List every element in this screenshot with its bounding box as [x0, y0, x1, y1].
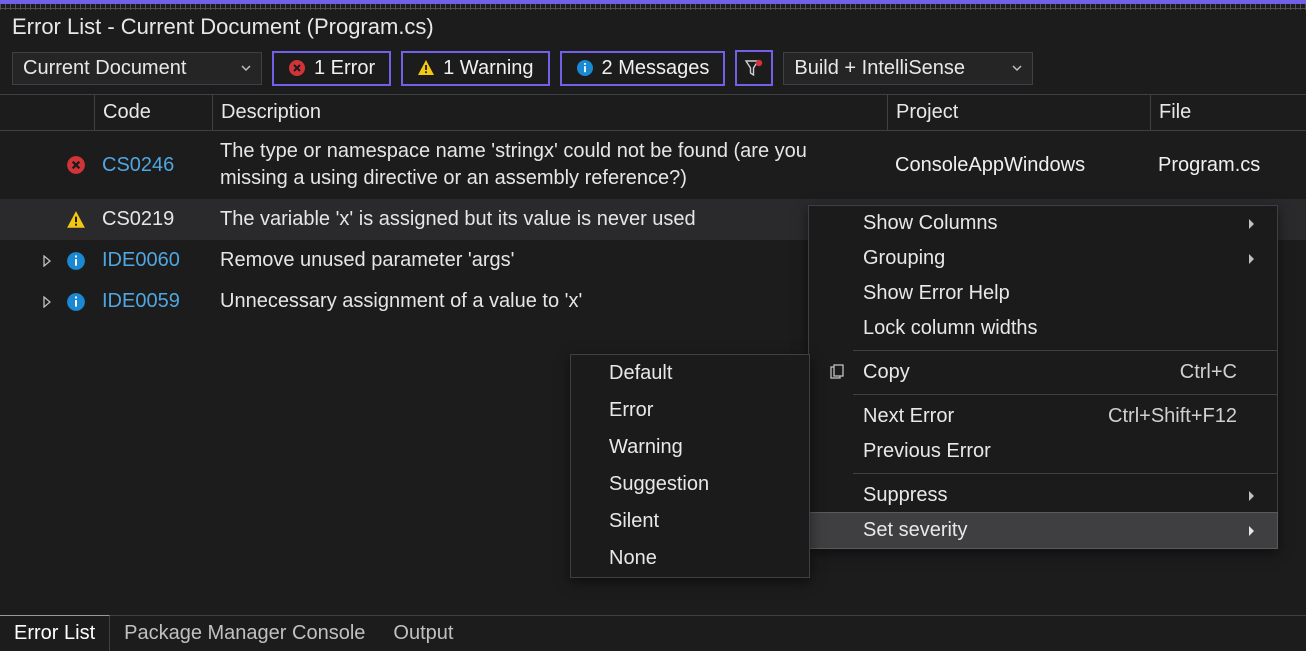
col-expand[interactable]	[0, 95, 58, 130]
tab-error-list[interactable]: Error List	[0, 615, 110, 651]
bottom-tab-bar: Error List Package Manager Console Outpu…	[0, 615, 1306, 651]
menu-copy[interactable]: Copy Ctrl+C	[809, 355, 1277, 390]
col-file[interactable]: File	[1150, 95, 1306, 130]
expand-toggle[interactable]	[0, 251, 58, 271]
error-icon	[58, 151, 94, 179]
menu-label: Show Columns	[863, 212, 1239, 235]
messages-toggle-label: 2 Messages	[602, 57, 710, 80]
menu-shortcut: Ctrl+Shift+F12	[1108, 405, 1243, 428]
error-description: The variable 'x' is assigned but its val…	[212, 202, 887, 237]
menu-label: Grouping	[863, 247, 1239, 270]
error-project: ConsoleAppWindows	[887, 150, 1150, 181]
severity-none[interactable]: None	[571, 540, 809, 577]
menu-set-severity[interactable]: Set severity	[808, 512, 1278, 549]
error-description: Unnecessary assignment of a value to 'x'	[212, 284, 887, 319]
warnings-toggle-label: 1 Warning	[443, 57, 533, 80]
error-description: Remove unused parameter 'args'	[212, 243, 887, 278]
chevron-right-icon	[1247, 253, 1271, 265]
menu-label: Warning	[609, 436, 801, 459]
errors-toggle-label: 1 Error	[314, 57, 375, 80]
menu-separator	[853, 473, 1277, 474]
scope-dropdown-label: Current Document	[23, 57, 186, 80]
filter-icon	[744, 58, 764, 78]
menu-previous-error[interactable]: Previous Error	[809, 434, 1277, 469]
menu-label: Silent	[609, 510, 801, 533]
copy-icon	[815, 364, 859, 382]
severity-submenu: Default Error Warning Suggestion Silent …	[570, 354, 810, 578]
warning-icon	[417, 59, 435, 77]
scope-dropdown[interactable]: Current Document	[12, 52, 262, 85]
menu-label: None	[609, 547, 801, 570]
severity-warning[interactable]: Warning	[571, 429, 809, 466]
error-code-link[interactable]: IDE0060	[94, 245, 212, 276]
severity-default[interactable]: Default	[571, 355, 809, 392]
info-icon	[58, 288, 94, 316]
chevron-right-icon	[1247, 218, 1271, 230]
menu-label: Suggestion	[609, 473, 801, 496]
menu-lock-widths[interactable]: Lock column widths	[809, 311, 1277, 346]
menu-label: Set severity	[863, 519, 1239, 542]
warning-icon	[58, 206, 94, 234]
col-code[interactable]: Code	[94, 95, 212, 130]
menu-label: Lock column widths	[863, 317, 1239, 340]
menu-label: Suppress	[863, 484, 1239, 507]
menu-show-columns[interactable]: Show Columns	[809, 206, 1277, 241]
error-file: Program.cs	[1150, 150, 1306, 181]
col-description[interactable]: Description	[212, 95, 887, 130]
expand-toggle[interactable]	[0, 292, 58, 312]
chevron-right-icon	[1247, 490, 1271, 502]
panel-title: Error List - Current Document (Program.c…	[0, 10, 1306, 44]
tab-package-manager-console[interactable]: Package Manager Console	[110, 616, 379, 651]
menu-separator	[853, 394, 1277, 395]
error-code: CS0219	[94, 204, 212, 235]
severity-error[interactable]: Error	[571, 392, 809, 429]
toolbar: Current Document 1 Error 1 Warning 2 Mes…	[0, 44, 1306, 94]
error-code-link[interactable]: CS0246	[94, 150, 212, 181]
info-icon	[58, 247, 94, 275]
severity-silent[interactable]: Silent	[571, 503, 809, 540]
severity-suggestion[interactable]: Suggestion	[571, 466, 809, 503]
col-project[interactable]: Project	[887, 95, 1150, 130]
source-dropdown[interactable]: Build + IntelliSense	[783, 52, 1033, 85]
warnings-toggle[interactable]: 1 Warning	[401, 51, 549, 86]
source-dropdown-label: Build + IntelliSense	[794, 57, 965, 80]
menu-show-error-help[interactable]: Show Error Help	[809, 276, 1277, 311]
context-menu: Show Columns Grouping Show Error Help Lo…	[808, 205, 1278, 549]
table-row[interactable]: CS0246 The type or namespace name 'strin…	[0, 131, 1306, 199]
tab-output[interactable]: Output	[379, 616, 467, 651]
chevron-down-icon	[241, 63, 251, 73]
menu-next-error[interactable]: Next Error Ctrl+Shift+F12	[809, 399, 1277, 434]
menu-label: Show Error Help	[863, 282, 1239, 305]
error-description: The type or namespace name 'stringx' cou…	[212, 134, 887, 196]
menu-grouping[interactable]: Grouping	[809, 241, 1277, 276]
errors-toggle[interactable]: 1 Error	[272, 51, 391, 86]
filter-button[interactable]	[735, 50, 773, 86]
error-code-link[interactable]: IDE0059	[94, 286, 212, 317]
messages-toggle[interactable]: 2 Messages	[560, 51, 726, 86]
chevron-right-icon	[1247, 525, 1271, 537]
chevron-down-icon	[1012, 63, 1022, 73]
expand-cell	[0, 216, 58, 224]
menu-suppress[interactable]: Suppress	[809, 478, 1277, 513]
error-icon	[288, 59, 306, 77]
menu-separator	[853, 350, 1277, 351]
col-severity[interactable]	[58, 95, 94, 130]
expand-cell	[0, 161, 58, 169]
info-icon	[576, 59, 594, 77]
menu-label: Default	[609, 362, 801, 385]
menu-shortcut: Ctrl+C	[1180, 361, 1243, 384]
grid-header: Code Description Project File	[0, 94, 1306, 131]
menu-label: Error	[609, 399, 801, 422]
menu-label: Next Error	[863, 405, 1104, 428]
menu-label: Previous Error	[863, 440, 1239, 463]
menu-label: Copy	[863, 361, 1176, 384]
